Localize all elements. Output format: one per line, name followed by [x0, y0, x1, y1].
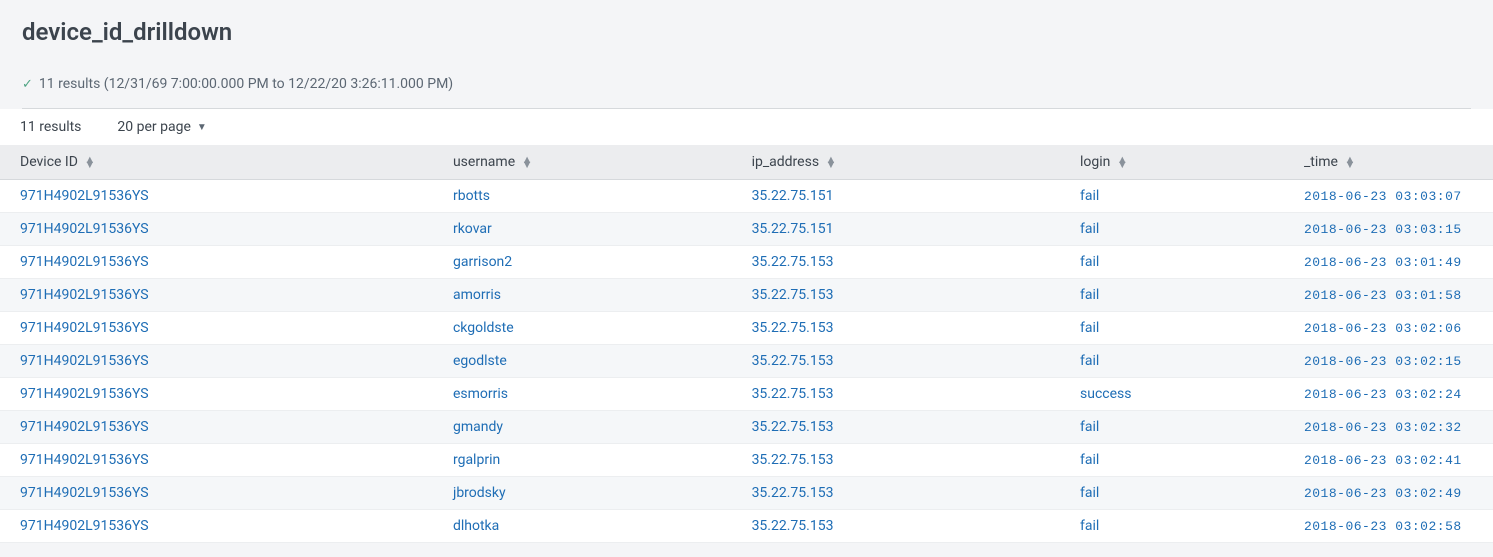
cell-device-id[interactable]: 971H4902L91536YS — [0, 180, 433, 213]
table-row: 971H4902L91536YSckgoldste35.22.75.153fai… — [0, 312, 1493, 345]
cell-device-id[interactable]: 971H4902L91536YS — [0, 312, 433, 345]
table-row: 971H4902L91536YSgarrison235.22.75.153fai… — [0, 246, 1493, 279]
column-header-username[interactable]: username ▲▼ — [433, 145, 732, 180]
table-row: 971H4902L91536YSrgalprin35.22.75.153fail… — [0, 444, 1493, 477]
sort-icon: ▲▼ — [522, 157, 533, 167]
check-icon: ✓ — [22, 77, 33, 92]
table-row: 971H4902L91536YSesmorris35.22.75.153succ… — [0, 378, 1493, 411]
page-title: device_id_drilldown — [22, 18, 1471, 46]
caret-down-icon: ▼ — [197, 122, 207, 133]
cell-login[interactable]: fail — [1060, 213, 1284, 246]
cell-time[interactable]: 2018-06-23 03:02:24 — [1284, 378, 1493, 411]
cell-login[interactable]: fail — [1060, 312, 1284, 345]
column-header-ip-address[interactable]: ip_address ▲▼ — [732, 145, 1060, 180]
cell-ip-address[interactable]: 35.22.75.153 — [732, 378, 1060, 411]
table-row: 971H4902L91536YSjbrodsky35.22.75.153fail… — [0, 477, 1493, 510]
cell-time[interactable]: 2018-06-23 03:02:06 — [1284, 312, 1493, 345]
header-section: device_id_drilldown ✓ 11 results (12/31/… — [0, 0, 1493, 109]
result-count-label: 11 results — [20, 119, 81, 135]
cell-username[interactable]: rbotts — [433, 180, 732, 213]
controls-row: 11 results 20 per page ▼ — [0, 109, 1493, 145]
cell-login[interactable]: fail — [1060, 411, 1284, 444]
table-row: 971H4902L91536YSgmandy35.22.75.153fail20… — [0, 411, 1493, 444]
sort-icon: ▲▼ — [826, 157, 837, 167]
column-header-login[interactable]: login ▲▼ — [1060, 145, 1284, 180]
cell-ip-address[interactable]: 35.22.75.153 — [732, 411, 1060, 444]
per-page-dropdown[interactable]: 20 per page ▼ — [117, 119, 206, 135]
table-row: 971H4902L91536YSrkovar35.22.75.151fail20… — [0, 213, 1493, 246]
cell-username[interactable]: egodlste — [433, 345, 732, 378]
table-row: 971H4902L91536YSrbotts35.22.75.151fail20… — [0, 180, 1493, 213]
cell-time[interactable]: 2018-06-23 03:01:58 — [1284, 279, 1493, 312]
cell-ip-address[interactable]: 35.22.75.153 — [732, 444, 1060, 477]
cell-username[interactable]: rgalprin — [433, 444, 732, 477]
cell-device-id[interactable]: 971H4902L91536YS — [0, 246, 433, 279]
cell-time[interactable]: 2018-06-23 03:02:32 — [1284, 411, 1493, 444]
cell-username[interactable]: jbrodsky — [433, 477, 732, 510]
table-row: 971H4902L91536YSdlhotka35.22.75.153fail2… — [0, 510, 1493, 543]
cell-login[interactable]: fail — [1060, 180, 1284, 213]
cell-time[interactable]: 2018-06-23 03:01:49 — [1284, 246, 1493, 279]
cell-device-id[interactable]: 971H4902L91536YS — [0, 477, 433, 510]
cell-ip-address[interactable]: 35.22.75.153 — [732, 279, 1060, 312]
results-table: Device ID ▲▼ username ▲▼ ip_address ▲▼ l… — [0, 145, 1493, 543]
column-header-time[interactable]: _time ▲▼ — [1284, 145, 1493, 180]
cell-device-id[interactable]: 971H4902L91536YS — [0, 345, 433, 378]
cell-device-id[interactable]: 971H4902L91536YS — [0, 411, 433, 444]
cell-ip-address[interactable]: 35.22.75.151 — [732, 213, 1060, 246]
table-row: 971H4902L91536YSegodlste35.22.75.153fail… — [0, 345, 1493, 378]
per-page-label: 20 per page — [117, 119, 190, 135]
cell-time[interactable]: 2018-06-23 03:03:15 — [1284, 213, 1493, 246]
cell-ip-address[interactable]: 35.22.75.153 — [732, 312, 1060, 345]
cell-time[interactable]: 2018-06-23 03:02:58 — [1284, 510, 1493, 543]
cell-device-id[interactable]: 971H4902L91536YS — [0, 444, 433, 477]
cell-ip-address[interactable]: 35.22.75.153 — [732, 246, 1060, 279]
sort-icon: ▲▼ — [1344, 157, 1355, 167]
cell-time[interactable]: 2018-06-23 03:02:49 — [1284, 477, 1493, 510]
cell-ip-address[interactable]: 35.22.75.153 — [732, 510, 1060, 543]
cell-ip-address[interactable]: 35.22.75.153 — [732, 345, 1060, 378]
cell-username[interactable]: rkovar — [433, 213, 732, 246]
cell-login[interactable]: fail — [1060, 279, 1284, 312]
cell-time[interactable]: 2018-06-23 03:02:15 — [1284, 345, 1493, 378]
cell-login[interactable]: fail — [1060, 444, 1284, 477]
cell-username[interactable]: garrison2 — [433, 246, 732, 279]
cell-ip-address[interactable]: 35.22.75.153 — [732, 477, 1060, 510]
cell-device-id[interactable]: 971H4902L91536YS — [0, 510, 433, 543]
cell-time[interactable]: 2018-06-23 03:02:41 — [1284, 444, 1493, 477]
column-header-device-id[interactable]: Device ID ▲▼ — [0, 145, 433, 180]
cell-login[interactable]: fail — [1060, 510, 1284, 543]
cell-device-id[interactable]: 971H4902L91536YS — [0, 213, 433, 246]
table-row: 971H4902L91536YSamorris35.22.75.153fail2… — [0, 279, 1493, 312]
cell-ip-address[interactable]: 35.22.75.151 — [732, 180, 1060, 213]
cell-device-id[interactable]: 971H4902L91536YS — [0, 378, 433, 411]
sort-icon: ▲▼ — [1117, 157, 1128, 167]
cell-login[interactable]: fail — [1060, 477, 1284, 510]
results-meta: ✓ 11 results (12/31/69 7:00:00.000 PM to… — [22, 76, 1471, 109]
cell-username[interactable]: esmorris — [433, 378, 732, 411]
cell-login[interactable]: fail — [1060, 345, 1284, 378]
cell-username[interactable]: ckgoldste — [433, 312, 732, 345]
cell-username[interactable]: dlhotka — [433, 510, 732, 543]
cell-login[interactable]: success — [1060, 378, 1284, 411]
cell-username[interactable]: amorris — [433, 279, 732, 312]
cell-login[interactable]: fail — [1060, 246, 1284, 279]
results-summary: 11 results (12/31/69 7:00:00.000 PM to 1… — [39, 76, 453, 92]
cell-device-id[interactable]: 971H4902L91536YS — [0, 279, 433, 312]
cell-username[interactable]: gmandy — [433, 411, 732, 444]
cell-time[interactable]: 2018-06-23 03:03:07 — [1284, 180, 1493, 213]
sort-icon: ▲▼ — [84, 157, 95, 167]
